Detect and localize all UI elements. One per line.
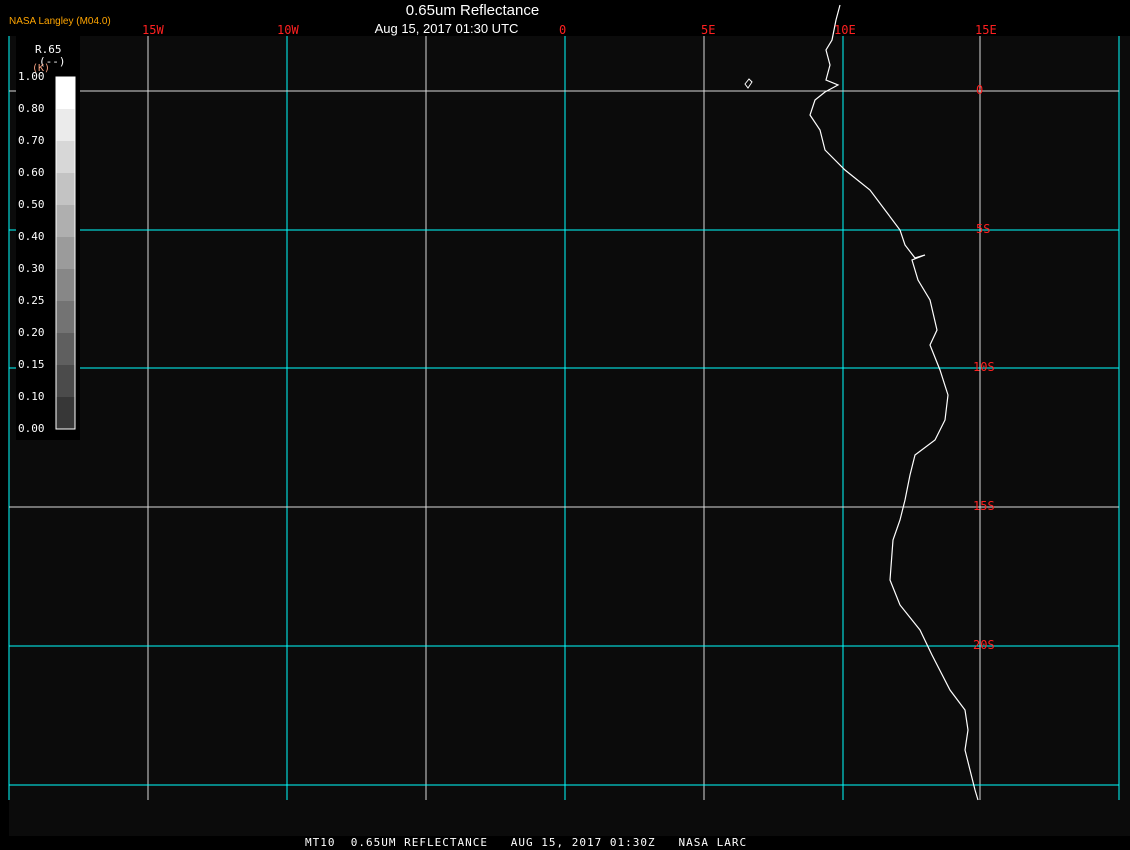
colorbar-band (56, 333, 75, 365)
colorbar-band (56, 365, 75, 397)
lat-label: 0 (976, 83, 984, 97)
lon-label: 10W (277, 23, 299, 37)
lon-label: 0 (559, 23, 567, 37)
lon-label: 5E (701, 23, 716, 37)
colorbar (55, 76, 76, 430)
lat-label: 5S (976, 222, 991, 236)
colorbar-band (56, 109, 75, 141)
image-area (9, 36, 1130, 836)
color-legend: R.65 (--) (K) 1.00 0.80 0.70 0.60 0.50 0.40 0.… (16, 36, 80, 440)
colorbar-band (56, 77, 75, 109)
footer-caption: MT10 0.65UM REFLECTANCE AUG 15, 2017 01:… (305, 836, 748, 849)
colorbar-band (56, 237, 75, 269)
colorbar-band (56, 173, 75, 205)
lat-label: 10S (973, 360, 995, 374)
lon-label: 15W (142, 23, 164, 37)
colorbar-band (56, 397, 75, 429)
colorbar-band (56, 141, 75, 173)
map-canvas (8, 4, 1130, 836)
lat-label: 15S (973, 499, 995, 513)
lon-label: 15E (975, 23, 997, 37)
map-subtitle: Aug 15, 2017 01:30 UTC (374, 21, 519, 36)
colorbar-band (56, 205, 75, 237)
lat-label: 20S (973, 638, 995, 652)
colorbar-band (56, 269, 75, 301)
colorbar-band (56, 301, 75, 333)
map-title: 0.65um Reflectance (405, 2, 540, 19)
lon-label: 10E (834, 23, 856, 37)
